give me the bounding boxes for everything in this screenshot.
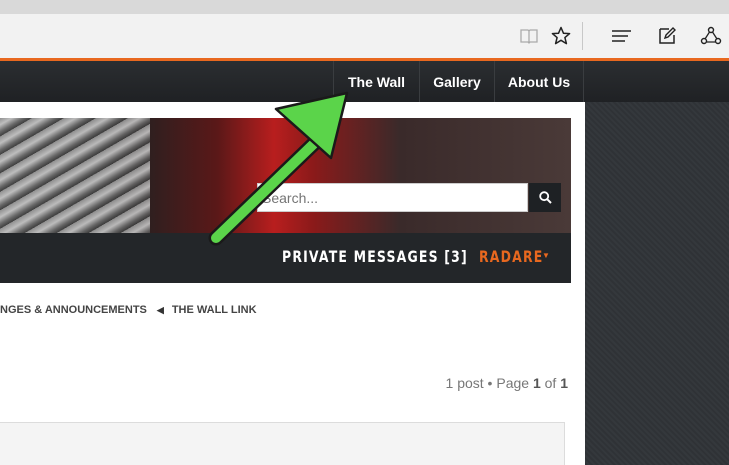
favorite-star-icon[interactable] <box>549 24 573 48</box>
breadcrumb: NGES & ANNOUNCEMENTS ◀ THE WALL LINK <box>0 302 257 318</box>
pagination-of: of <box>540 375 561 391</box>
pagination-total: 1 <box>560 375 568 391</box>
banner-image <box>0 118 150 233</box>
browser-tab-strip <box>0 0 729 14</box>
nav-divider <box>583 61 584 102</box>
search-button[interactable] <box>529 183 561 212</box>
private-messages-link[interactable]: PRIVATE MESSAGES [3] <box>282 247 468 266</box>
pagination-info: 1 post • Page 1 of 1 <box>446 375 568 391</box>
nav-gallery[interactable]: Gallery <box>419 61 494 102</box>
post-container <box>0 422 565 465</box>
nav-the-wall[interactable]: The Wall <box>333 61 419 102</box>
search-input[interactable] <box>257 183 528 212</box>
header-banner <box>0 118 571 233</box>
breadcrumb-topic-link[interactable]: THE WALL LINK <box>172 304 257 316</box>
caret-down-icon[interactable]: ▼ <box>542 251 550 260</box>
username-menu[interactable]: RADARE <box>479 247 543 266</box>
user-bar: PRIVATE MESSAGES [3] RADARE ▼ <box>0 233 571 283</box>
pagination-prefix: 1 post • Page <box>445 375 533 391</box>
toolbar-divider <box>582 22 583 50</box>
side-background-panel <box>585 102 729 465</box>
web-note-icon[interactable] <box>655 24 679 48</box>
nav-about-us[interactable]: About Us <box>494 61 583 102</box>
breadcrumb-forum-link[interactable]: NGES & ANNOUNCEMENTS <box>0 304 147 316</box>
pagination-current: 1 <box>532 375 541 391</box>
breadcrumb-separator-icon: ◀ <box>156 304 164 315</box>
hub-icon[interactable] <box>610 24 634 48</box>
search-icon <box>538 191 552 204</box>
browser-toolbar <box>0 14 729 59</box>
site-navigation: The Wall Gallery About Us <box>0 61 729 102</box>
share-icon[interactable] <box>699 24 723 48</box>
reading-view-icon[interactable] <box>517 24 541 48</box>
